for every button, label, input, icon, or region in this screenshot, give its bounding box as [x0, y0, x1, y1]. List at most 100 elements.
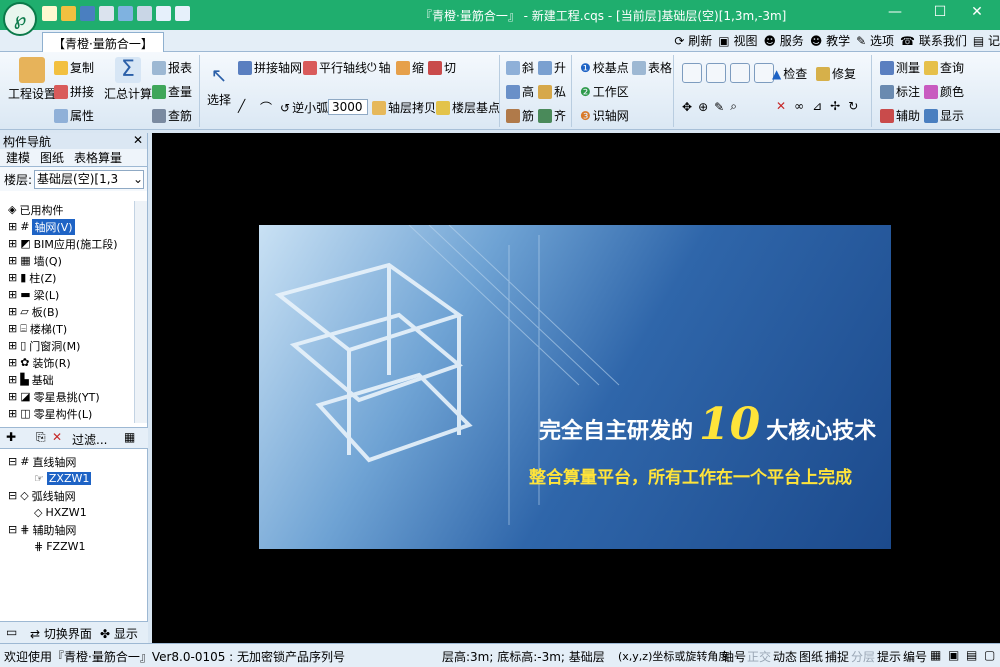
arc-value-select[interactable]: 3000: [328, 99, 368, 115]
tree-item-axis[interactable]: ⊞ # 轴网(V): [8, 218, 75, 235]
undo-icon[interactable]: [156, 6, 171, 21]
new-file-icon[interactable]: [42, 6, 57, 21]
reverse-arc-button[interactable]: ↺ 逆小弧: [280, 99, 328, 116]
add-component-icon[interactable]: ✚: [6, 430, 16, 444]
tree-item-used[interactable]: ◈ 已用构件: [8, 201, 63, 218]
rebar-button[interactable]: 筋: [506, 107, 534, 124]
floor-copy-button[interactable]: 轴层拷贝: [372, 99, 436, 116]
check-rebar-button[interactable]: 查筋: [152, 107, 192, 124]
slope-button[interactable]: 斜: [506, 59, 534, 76]
view-2d-icon[interactable]: [682, 63, 702, 83]
status-axis-number[interactable]: 轴号: [722, 648, 746, 665]
view-building-icon[interactable]: [730, 63, 750, 83]
service-button[interactable]: ☻ 服务: [763, 32, 803, 49]
status-ortho[interactable]: 正交: [747, 648, 771, 665]
fullscreen-icon[interactable]: ▢: [984, 648, 995, 662]
minimize-button[interactable]: —: [880, 4, 910, 24]
maximize-button[interactable]: ☐: [925, 4, 955, 24]
tab-modeling[interactable]: 建模: [6, 149, 30, 166]
tree-item-slab[interactable]: ⊞ ▱ 板(B): [8, 303, 59, 320]
table-button[interactable]: 表格: [632, 59, 672, 76]
annotate-button[interactable]: 标注: [880, 83, 920, 100]
delete-component-icon[interactable]: ✕: [52, 430, 62, 444]
tree-item-misc[interactable]: ⊞ ◫ 零星构件(L): [8, 405, 92, 422]
tree-item-stairs[interactable]: ⊞ ⌸ 楼梯(T): [8, 320, 67, 337]
view-box-icon[interactable]: [754, 63, 774, 83]
work-area-button[interactable]: ❷ 工作区: [580, 83, 629, 100]
refresh-button[interactable]: ⟳ 刷新: [674, 32, 712, 49]
open-folder-icon[interactable]: [61, 6, 76, 21]
raise-button[interactable]: 升: [538, 59, 566, 76]
page-icon[interactable]: ▭: [6, 625, 17, 639]
window-icon[interactable]: [118, 6, 133, 21]
align-button[interactable]: 齐: [538, 107, 566, 124]
tree-item-bim[interactable]: ⊞ ◩ BIM应用(施工段): [8, 235, 118, 252]
floor-base-button[interactable]: 楼层基点: [436, 99, 500, 116]
parallel-axis-button[interactable]: 平行轴线: [303, 59, 367, 76]
tree-item-straight-axis[interactable]: ⊟ # 直线轴网: [8, 453, 76, 470]
height-button[interactable]: 高: [506, 83, 534, 100]
view-button[interactable]: ▣ 视图: [718, 32, 757, 49]
display-button[interactable]: 显示: [924, 107, 964, 124]
tab-drawings[interactable]: 图纸: [40, 149, 64, 166]
save-icon[interactable]: [80, 6, 95, 21]
cut-button[interactable]: 切: [428, 59, 456, 76]
attributes-button[interactable]: 属性: [54, 107, 94, 124]
monitor-icon[interactable]: [137, 6, 152, 21]
query-button[interactable]: 查询: [924, 59, 964, 76]
pencil-icon[interactable]: ✎: [714, 100, 724, 114]
axis-button[interactable]: ⏻ 轴: [367, 59, 391, 76]
display-toggle-button[interactable]: ✤ 显示: [100, 625, 138, 642]
tree-scrollbar[interactable]: [134, 201, 147, 423]
repair-button[interactable]: 修复: [816, 65, 856, 82]
tree-item-fzzw1[interactable]: ⋕ FZZW1: [34, 538, 86, 555]
inspect-button[interactable]: ▲ 检查: [772, 65, 807, 82]
private-button[interactable]: 私: [538, 83, 566, 100]
status-layer[interactable]: 分层: [851, 648, 875, 665]
mirror-icon[interactable]: ⊿: [812, 99, 822, 113]
view-3d-icon[interactable]: [706, 63, 726, 83]
zoom-in-icon[interactable]: ⊕: [698, 100, 708, 114]
project-settings-button[interactable]: 工程设置: [8, 57, 56, 102]
color-button[interactable]: 颜色: [924, 83, 964, 100]
filter-button[interactable]: 过滤...: [72, 431, 107, 448]
tree-item-door-window[interactable]: ⊞ ▯ 门窗洞(M): [8, 337, 80, 354]
status-dynamic[interactable]: 动态: [773, 648, 797, 665]
status-numbering[interactable]: 编号: [903, 648, 927, 665]
tree-item-foundation[interactable]: ⊞ ▙ 基础: [8, 371, 54, 388]
window-mode-icon[interactable]: ▤: [966, 648, 977, 662]
arc-button[interactable]: ⌒: [260, 99, 272, 116]
close-panel-icon[interactable]: ✕: [133, 133, 143, 147]
status-drawing[interactable]: 图纸: [799, 648, 823, 665]
tab-main[interactable]: 【青橙·量筋合一】: [42, 32, 164, 52]
copy-button[interactable]: 复制: [54, 59, 94, 76]
copy-component-icon[interactable]: ⎘: [36, 430, 46, 445]
switch-ui-button[interactable]: ⇄ 切换界面: [30, 625, 92, 642]
tree-item-wall[interactable]: ⊞ ▦ 墙(Q): [8, 252, 62, 269]
print-icon[interactable]: [99, 6, 114, 21]
tree-item-cantilever[interactable]: ⊞ ◪ 零星悬挑(YT): [8, 388, 100, 405]
splice-button[interactable]: 拼接: [54, 83, 94, 100]
identify-axis-button[interactable]: ❸ 识轴网: [580, 107, 629, 124]
drawing-canvas[interactable]: 完全自主研发的 10 大核心技术 整合算量平台，所有工作在一个平台上完成: [152, 133, 1000, 643]
close-button[interactable]: ✕: [962, 4, 992, 24]
link-icon[interactable]: ∞: [794, 99, 804, 113]
check-base-button[interactable]: ❶ 校基点: [580, 59, 629, 76]
zoom-icon[interactable]: ⌕: [730, 99, 737, 114]
status-snap[interactable]: 捕捉: [825, 648, 849, 665]
auxiliary-button[interactable]: 辅助: [880, 107, 920, 124]
check-qty-button[interactable]: 查量: [152, 83, 192, 100]
tree-item-aux-axis[interactable]: ⊟ ⋕ 辅助轴网: [8, 521, 76, 538]
tree-item-beam[interactable]: ⊞ ▬ 梁(L): [8, 286, 59, 303]
report-button[interactable]: 报表: [152, 59, 192, 76]
contact-button[interactable]: ☎ 联系我们: [900, 32, 967, 49]
rotate-icon[interactable]: ↻: [848, 99, 858, 113]
options-button[interactable]: ✎ 选项: [856, 32, 894, 49]
pan-icon[interactable]: ✥: [682, 100, 692, 114]
measure-button[interactable]: 测量: [880, 59, 920, 76]
notes-button[interactable]: ▤ 记: [973, 32, 1000, 49]
tree-item-decoration[interactable]: ⊞ ✿ 装饰(R): [8, 354, 71, 371]
tab-table-calc[interactable]: 表格算量: [74, 149, 122, 166]
coord-input[interactable]: (x,y,z)坐标或旋转角度: [618, 648, 729, 664]
summary-calc-button[interactable]: Σ 汇总计算: [104, 57, 152, 102]
